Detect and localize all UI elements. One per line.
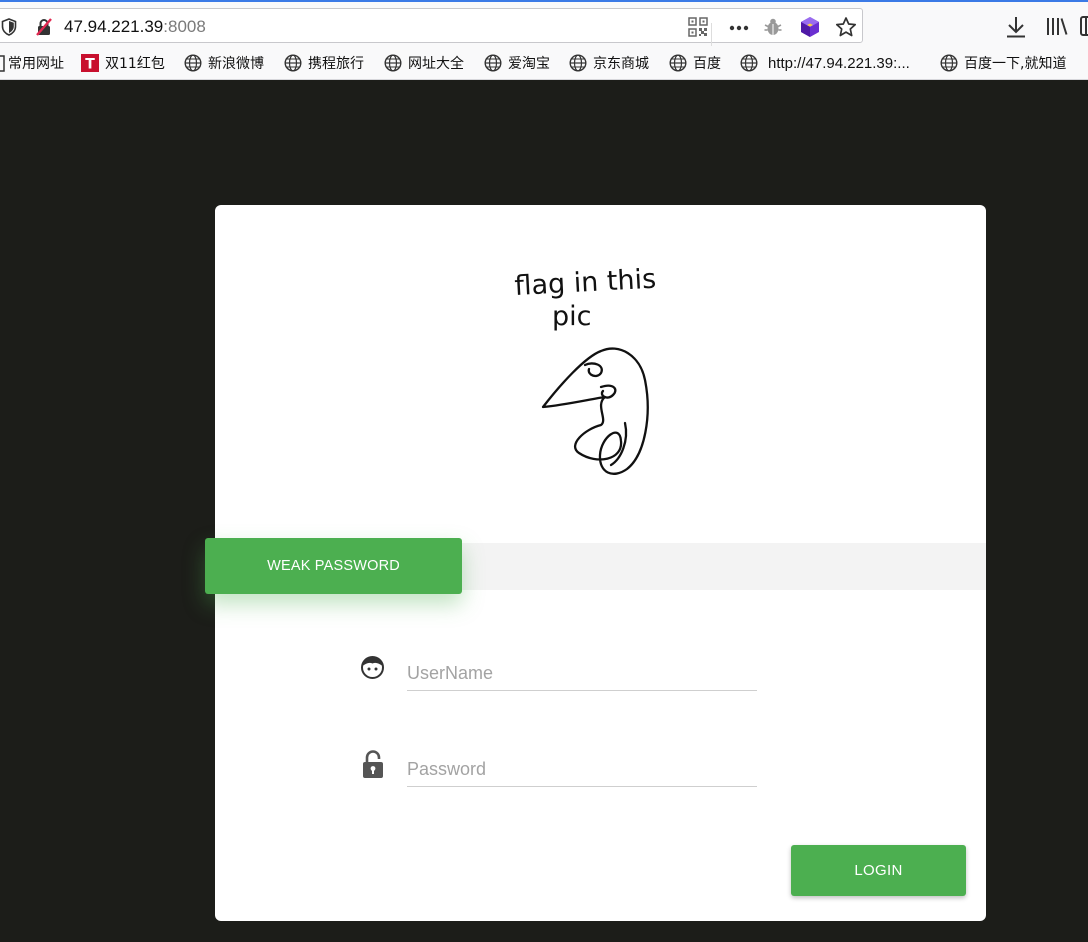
toolbar-accent-line [0, 0, 1088, 2]
bookmark-tmall[interactable]: T 双11红包 [81, 46, 165, 80]
unlocked-padlock-icon [363, 750, 383, 778]
doodle-caption-line2: pic [552, 301, 592, 332]
library-icon[interactable] [1045, 15, 1069, 37]
globe-icon [384, 54, 402, 72]
globe-icon [284, 54, 302, 72]
weak-password-tab[interactable]: WEAK PASSWORD [205, 538, 462, 594]
bookmark-star-icon[interactable] [835, 16, 857, 38]
bookmark-hao-directory[interactable]: 网址大全 [384, 46, 464, 80]
bookmark-baidu-search[interactable]: 百度一下,就知道 [940, 46, 1066, 80]
bug-extension-icon[interactable] [763, 17, 783, 37]
url-port: :8008 [163, 17, 206, 36]
browser-toolbar: 47.94.221.39:8008 [0, 0, 1088, 49]
insecure-lock-icon[interactable] [34, 17, 54, 37]
password-input[interactable] [407, 753, 757, 787]
cube-extension-icon[interactable] [799, 16, 821, 38]
globe-icon [569, 54, 587, 72]
shield-icon[interactable] [1, 18, 17, 36]
url-host: 47.94.221.39 [64, 17, 164, 36]
bookmark-label: 新浪微博 [208, 56, 264, 72]
bookmark-label: 携程旅行 [308, 56, 364, 72]
download-icon[interactable] [1005, 15, 1027, 39]
login-button[interactable]: LOGIN [791, 845, 966, 896]
bookmarks-toolbar: 常用网址 T 双11红包 新浪微博 携程旅行 网址大全 爱淘宝 京东商城 百度 … [0, 46, 1088, 80]
bookmark-label: 常用网址 [8, 56, 64, 72]
bookmark-label: 双11红包 [105, 56, 165, 72]
globe-icon [484, 54, 502, 72]
globe-icon [740, 54, 758, 72]
bookmark-label: 网址大全 [408, 56, 464, 72]
bird-doodle [541, 347, 649, 475]
bookmark-sina-weibo[interactable]: 新浪微博 [184, 46, 264, 80]
globe-icon [940, 54, 958, 72]
bookmark-ip-address[interactable]: http://47.94.221.39:... [740, 46, 910, 80]
folder-icon [0, 55, 5, 72]
bookmark-label: http://47.94.221.39:... [768, 54, 910, 72]
bookmark-label: 京东商城 [593, 56, 649, 72]
globe-icon [669, 54, 687, 72]
url-text[interactable]: 47.94.221.39:8008 [64, 17, 206, 37]
doodle-image: flag in this pic [514, 264, 657, 475]
weak-password-tab-label: WEAK PASSWORD [267, 558, 400, 574]
username-input[interactable] [407, 657, 757, 691]
bookmark-label: 百度 [693, 56, 721, 72]
bookmark-label: 百度一下,就知道 [964, 56, 1067, 72]
bookmark-ctrip[interactable]: 携程旅行 [284, 46, 364, 80]
bookmark-baidu[interactable]: 百度 [669, 46, 721, 80]
bookmark-folder-common[interactable]: 常用网址 [0, 46, 64, 80]
bookmark-ai-taobao[interactable]: 爱淘宝 [484, 46, 550, 80]
sidebar-toggle-icon[interactable] [1080, 15, 1088, 37]
bookmark-label: 爱淘宝 [508, 56, 550, 72]
bookmark-jd-mall[interactable]: 京东商城 [569, 46, 649, 80]
svg-text:T: T [85, 57, 95, 73]
tmall-icon: T [81, 54, 99, 72]
doodle-caption-line1: flag in this [514, 264, 657, 302]
qr-code-icon[interactable] [688, 17, 708, 37]
page-actions-menu-icon[interactable] [729, 25, 749, 31]
user-face-icon [361, 656, 384, 679]
globe-icon [184, 54, 202, 72]
